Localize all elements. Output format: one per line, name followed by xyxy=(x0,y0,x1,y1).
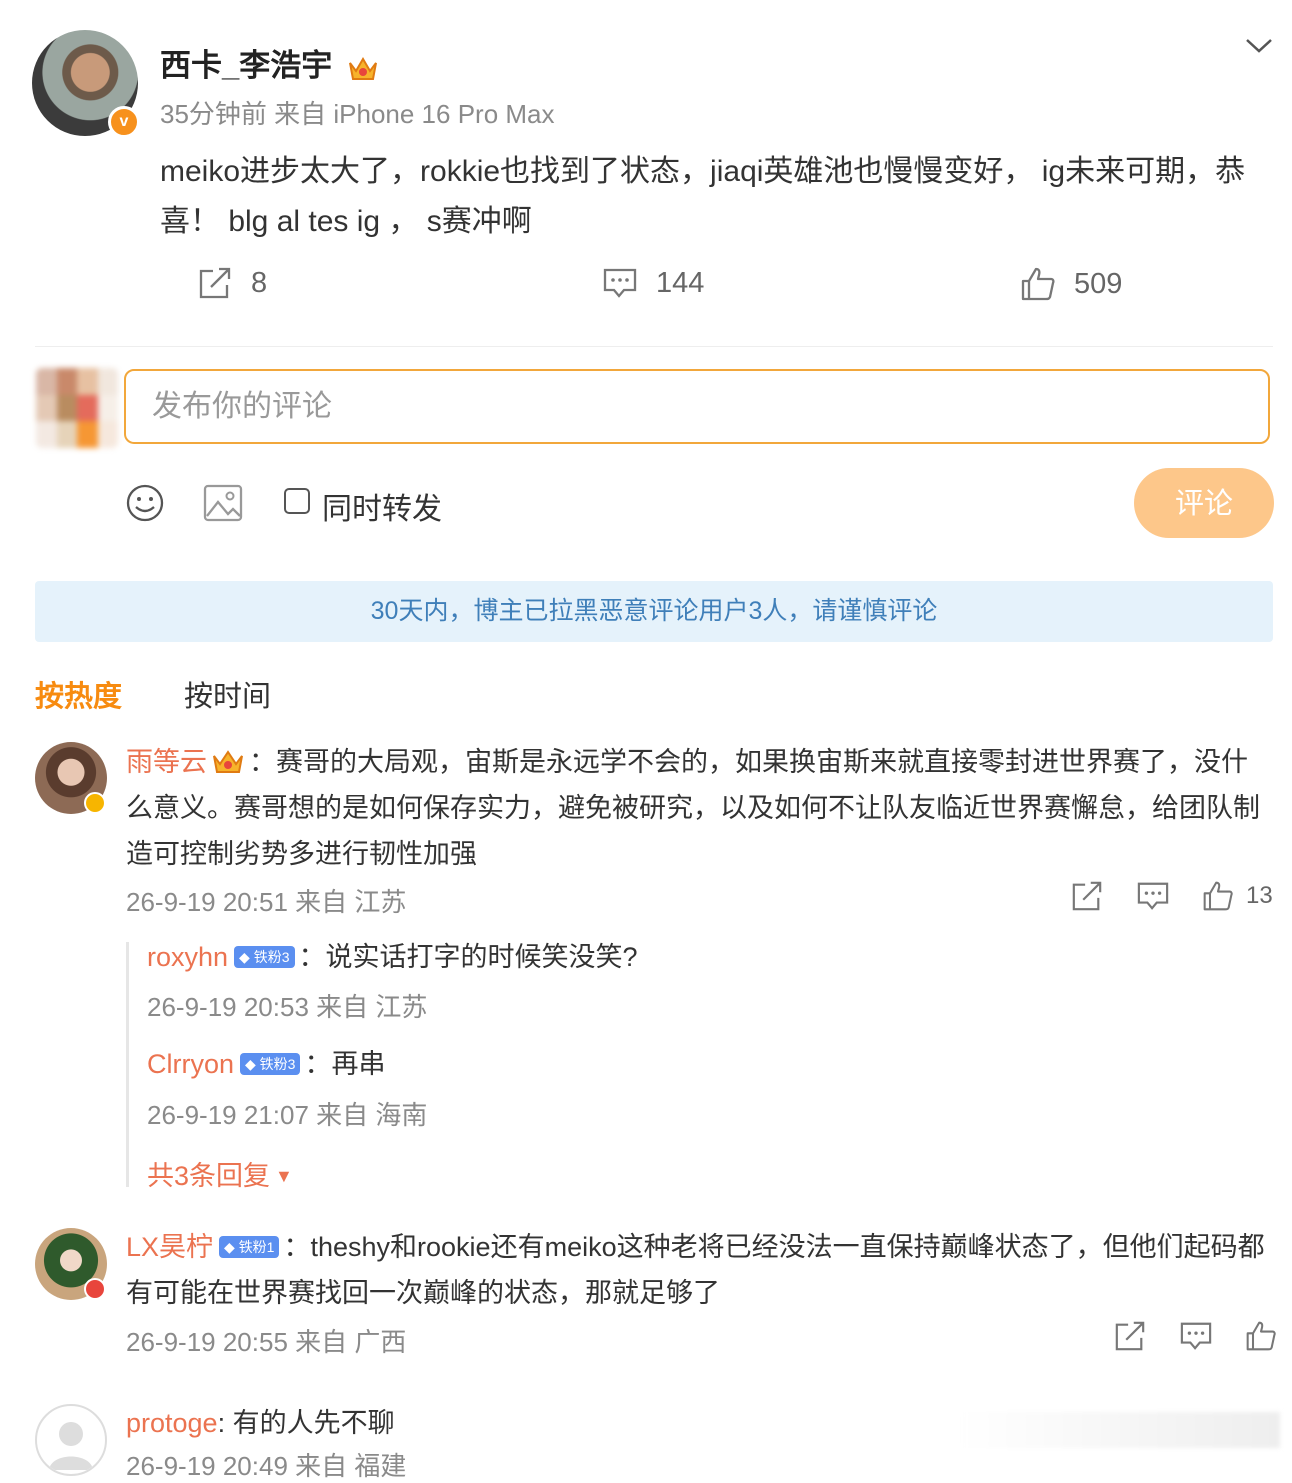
commenter-avatar[interactable] xyxy=(35,1404,107,1476)
comment-username[interactable]: 雨等云 xyxy=(126,747,207,777)
submit-comment-button[interactable]: 评论 xyxy=(1134,468,1274,538)
post-author-name[interactable]: 西卡_李浩宇 xyxy=(160,48,332,83)
verified-badge-icon: v xyxy=(108,106,140,138)
fan-badge-label: 铁粉3 xyxy=(253,949,290,965)
also-repost-label[interactable]: 同时转发 xyxy=(322,484,442,528)
crown-icon xyxy=(211,747,245,775)
reply-body: ：说实话打字的时候笑没笑? xyxy=(298,942,638,972)
fan-badge-label: 铁粉3 xyxy=(259,1056,296,1072)
verified-badge-icon xyxy=(84,792,106,814)
more-replies-link[interactable]: 共3条回复 ▼ xyxy=(147,1154,293,1193)
thumbs-up-icon xyxy=(1020,266,1056,302)
comment-meta: 26-9-19 20:55 来自 广西 xyxy=(126,1327,407,1357)
reply-username[interactable]: roxyhn xyxy=(147,942,228,972)
like-count: 13 xyxy=(1246,882,1273,909)
reply-body: ：再串 xyxy=(304,1049,386,1079)
comment-meta: 26-9-19 20:51 来自 江苏 xyxy=(126,887,407,917)
repost-icon[interactable] xyxy=(1070,880,1104,912)
comment-username[interactable]: LX昊柠 xyxy=(126,1232,213,1262)
comment-body: ：赛哥的大局观，宙斯是永远学不会的，如果换宙斯来就直接零封进世界赛了，没什么意义… xyxy=(126,747,1260,869)
repost-icon[interactable] xyxy=(1113,1320,1147,1352)
repost-icon xyxy=(197,266,233,300)
reply-username[interactable]: Clrryon xyxy=(147,1049,234,1079)
member-badge-icon xyxy=(84,1278,106,1300)
comment-icon xyxy=(602,266,638,300)
chevron-down-icon[interactable] xyxy=(1244,34,1274,58)
comment-count: 144 xyxy=(656,266,705,299)
image-icon[interactable] xyxy=(203,484,243,522)
repost-button[interactable]: 8 xyxy=(197,266,267,300)
comment-body: ：theshy和rookie还有meiko这种老将已经没法一直保持巅峰状态了，但… xyxy=(126,1232,1265,1308)
post-meta: 35分钟前 来自 iPhone 16 Pro Max xyxy=(160,99,555,129)
comment-icon[interactable] xyxy=(1179,1320,1213,1352)
divider xyxy=(35,346,1273,347)
fan-badge: ◆ 铁粉1 xyxy=(219,1236,280,1258)
comment-icon[interactable] xyxy=(1136,880,1170,912)
also-repost-checkbox[interactable] xyxy=(284,488,310,514)
fan-badge: ◆ 铁粉3 xyxy=(234,946,295,968)
fan-badge-label: 铁粉1 xyxy=(238,1239,275,1255)
comment-username[interactable]: protoge xyxy=(126,1408,218,1438)
comment-body: : 有的人先不聊 xyxy=(217,1408,395,1438)
thumbs-up-icon xyxy=(1202,880,1234,912)
comment-meta: 26-9-19 20:49 来自 福建 xyxy=(126,1451,407,1481)
emoji-icon[interactable] xyxy=(125,483,165,523)
reply-thread-bar xyxy=(126,942,129,1187)
sort-by-time-tab[interactable]: 按时间 xyxy=(184,673,271,715)
like-button[interactable]: 13 xyxy=(1202,880,1273,912)
crown-icon xyxy=(347,54,379,82)
comment-text: 雨等云 ：赛哥的大局观，宙斯是永远学不会的，如果换宙斯来就直接零封进世界赛了，没什… xyxy=(126,739,1271,877)
reply-meta: 26-9-19 21:07 来自 海南 xyxy=(147,1100,428,1130)
comment-button[interactable]: 144 xyxy=(602,266,704,300)
more-replies-label: 共3条回复 xyxy=(147,1161,271,1191)
like-button[interactable]: 509 xyxy=(1020,266,1122,302)
blurred-overlay xyxy=(960,1412,1280,1448)
comment-input[interactable] xyxy=(124,369,1270,444)
comment-text: protoge: 有的人先不聊 xyxy=(126,1400,395,1446)
post-author[interactable]: 西卡_李浩宇 xyxy=(160,40,379,85)
reply-text: Clrryon ◆ 铁粉3 ：再串 xyxy=(147,1041,385,1087)
thumbs-up-icon[interactable] xyxy=(1245,1320,1277,1352)
fan-badge: ◆ 铁粉3 xyxy=(240,1053,301,1075)
reply-meta: 26-9-19 20:53 来自 江苏 xyxy=(147,992,428,1022)
caret-down-icon: ▼ xyxy=(270,1166,293,1186)
post-body: meiko进步太大了，rokkie也找到了状态，jiaqi英雄池也慢慢变好， i… xyxy=(160,155,1246,238)
comment-text: LX昊柠 ◆ 铁粉1 ：theshy和rookie还有meiko这种老将已经没法一直… xyxy=(126,1224,1271,1316)
reply-text: roxyhn ◆ 铁粉3 ：说实话打字的时候笑没笑? xyxy=(147,934,638,980)
repost-count: 8 xyxy=(251,266,268,299)
sort-by-hot-tab[interactable]: 按热度 xyxy=(35,673,122,715)
like-count: 509 xyxy=(1074,267,1123,300)
my-avatar xyxy=(36,368,118,448)
comment-actions xyxy=(1113,1320,1277,1352)
blacklist-notice: 30天内，博主已拉黑恶意评论用户3人，请谨慎评论 xyxy=(35,581,1273,642)
comment-actions: 13 xyxy=(1070,880,1273,912)
